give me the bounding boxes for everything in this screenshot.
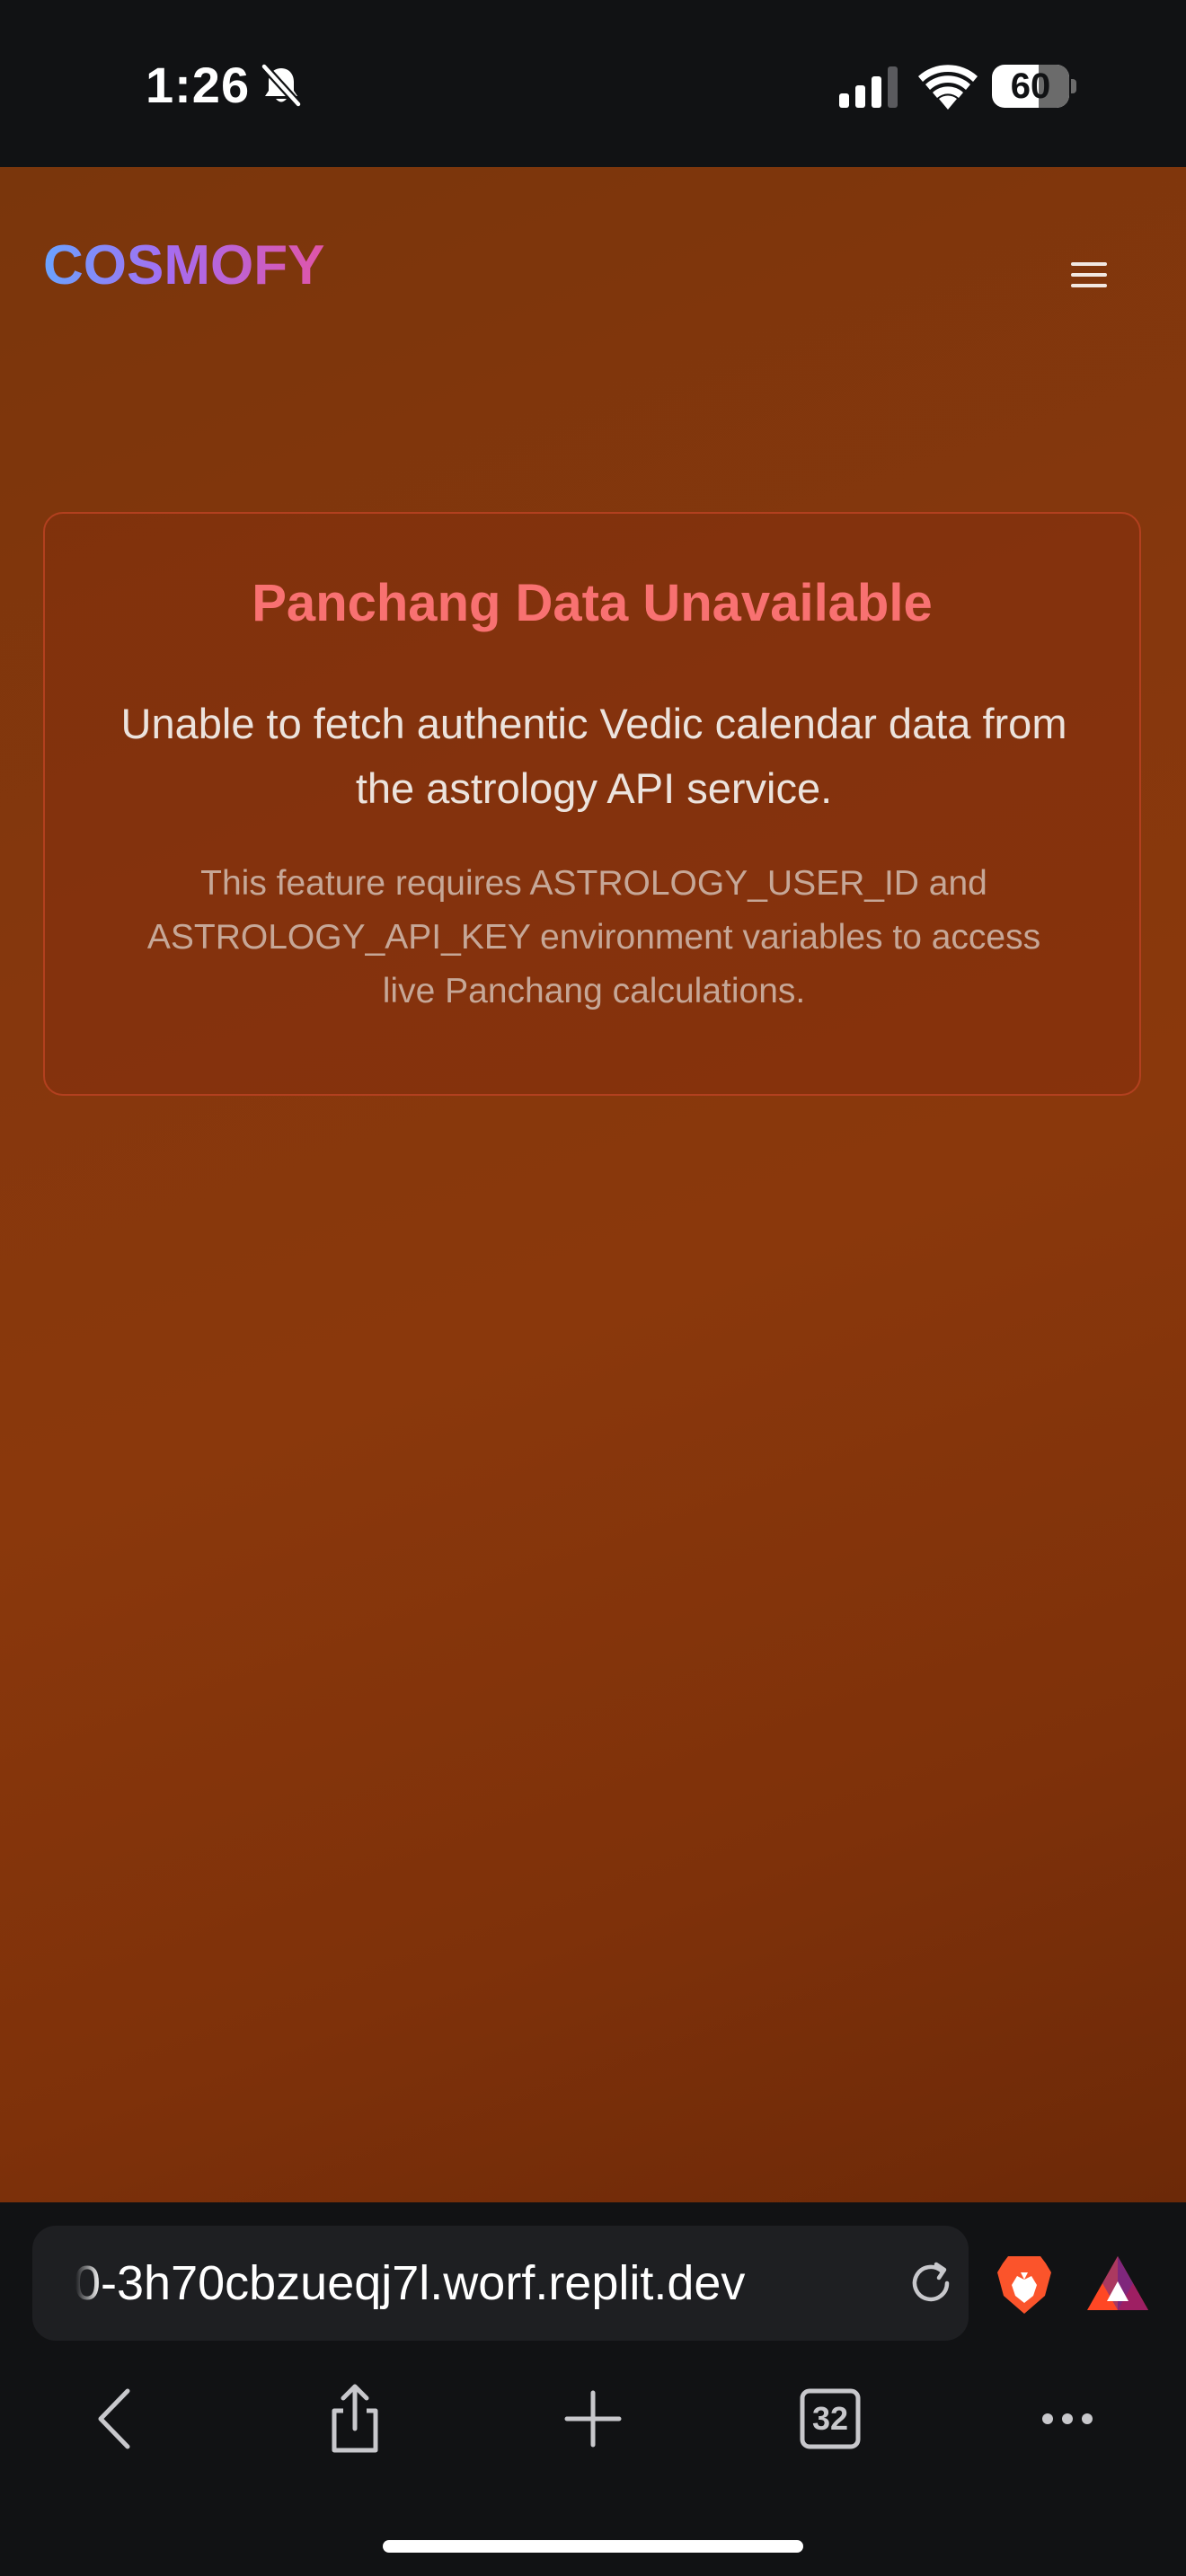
phone-screen: 1:26 60 COSMOFY Panchang Data Unavailabl… [0,0,1186,2576]
tabs-button[interactable]: 32 [790,2378,871,2459]
hamburger-menu-icon[interactable] [1060,246,1118,304]
brave-rewards-icon[interactable] [1085,2254,1150,2312]
reload-icon[interactable] [902,2254,960,2312]
battery-tip [1071,79,1076,93]
status-bar: 1:26 60 [0,0,1186,167]
brave-shields-icon[interactable] [996,2253,1053,2317]
status-time: 1:26 [146,57,251,113]
url-text[interactable]: 0-3h70cbzueqj7l.worf.replit.dev [74,2226,882,2341]
share-icon[interactable] [314,2378,395,2459]
error-message: Unable to fetch authentic Vedic calendar… [120,700,1067,812]
web-page: COSMOFY Panchang Data Unavailable Unable… [0,167,1186,2202]
tab-count: 32 [811,2400,849,2437]
home-indicator[interactable] [383,2540,803,2553]
address-bar[interactable]: 0-3h70cbzueqj7l.worf.replit.dev [32,2226,969,2341]
battery-level: 60 [1010,66,1051,106]
battery-indicator: 60 [992,65,1069,108]
error-card: Panchang Data Unavailable Unable to fetc… [43,512,1141,1096]
browser-toolbar: 0-3h70cbzueqj7l.worf.replit.dev 32 [0,2202,1186,2576]
more-options-icon[interactable] [1027,2378,1108,2459]
error-title: Panchang Data Unavailable [252,574,933,632]
bell-muted-icon [261,63,302,108]
wifi-icon [918,65,978,110]
new-tab-icon[interactable] [553,2378,633,2459]
cellular-signal-icon [839,66,898,108]
error-detail: This feature requires ASTROLOGY_USER_ID … [146,864,1041,1010]
site-header: COSMOFY [0,167,1186,365]
back-icon[interactable] [77,2378,158,2459]
cosmofy-logo[interactable]: COSMOFY [43,234,324,297]
